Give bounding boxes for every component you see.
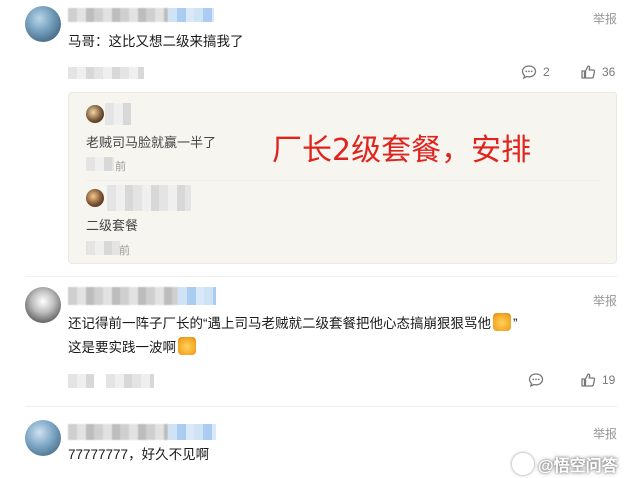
reply-divider [86,180,601,181]
wukong-logo-icon [512,453,534,475]
watermark-text: @悟空问答 [538,458,618,475]
like-button[interactable]: 19 [580,372,615,388]
comment-time-blurred [68,67,144,79]
comment-time-blurred [106,374,154,388]
reply-list: 老贼司马脸就赢一半了 前 二级套餐 前 [68,92,617,264]
username-blurred[interactable] [68,287,178,305]
comment-text: 马哥：这比又想二级来搞我了 [68,34,244,49]
reply-text: 老贼司马脸就赢一半了 [86,135,217,150]
thumbs-up-icon [581,65,596,79]
comment-time-blurred [68,374,94,388]
comment-icon [528,373,544,388]
reply-username-blurred[interactable] [107,185,191,211]
user-badge-blurred [168,424,216,440]
user-badge-blurred [178,287,216,305]
comment-icon [521,65,537,80]
avatar[interactable] [25,420,61,456]
comment-text-part: 这是要实践一波啊 [68,340,176,355]
reply-avatar[interactable] [86,105,104,123]
username-blurred[interactable] [68,8,168,22]
like-count: 36 [602,65,616,79]
comment-text-line1: 还记得前一阵子厂长的“遇上司马老贼就二级套餐把他心态搞崩狠狠骂他 ” [68,313,518,334]
user-badge-blurred [168,8,214,22]
reply-avatar[interactable] [86,189,104,207]
comment-text-line2: 这是要实践一波啊 [68,337,198,358]
overlay-caption: 厂长2级套餐，安排 [272,133,532,168]
avatar[interactable] [25,6,61,42]
reply-time-blurred [86,157,114,171]
reply-count-button[interactable]: 2 [521,64,550,80]
thumbs-up-icon [581,373,596,387]
comment-divider [25,406,617,407]
reply-count: 2 [543,65,550,79]
username-blurred[interactable] [68,424,168,440]
report-link[interactable]: 举报 [593,292,617,309]
reply-time: 前 [119,245,130,257]
reply-time-blurred [86,241,120,255]
comment-divider [25,276,617,277]
emoji-icon [493,313,511,331]
comment-text: 77777777，好久不见啊 [68,447,210,462]
like-count: 19 [602,373,616,387]
reply-button[interactable] [528,372,544,388]
reply-time: 前 [115,161,126,173]
report-link[interactable]: 举报 [593,425,617,442]
report-link[interactable]: 举报 [593,10,617,27]
watermark: @悟空问答 [512,452,618,476]
comment-text-part: 还记得前一阵子厂长的“遇上司马老贼就二级套餐把他心态搞崩狠狠骂他 [68,316,491,331]
comment-text-part: ” [513,316,518,331]
like-button[interactable]: 36 [580,64,615,80]
reply-text: 二级套餐 [86,218,139,233]
reply-username-blurred[interactable] [105,103,131,125]
avatar[interactable] [25,287,61,323]
emoji-icon [178,337,196,355]
